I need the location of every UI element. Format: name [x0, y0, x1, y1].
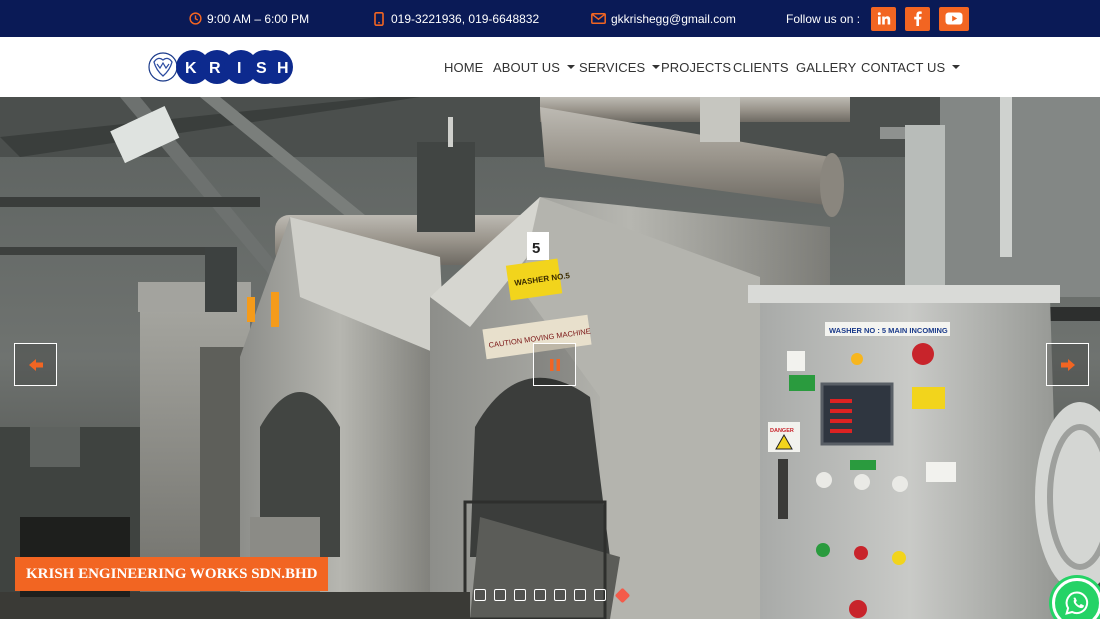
slide-dot-5[interactable] [554, 589, 566, 601]
clock-icon [188, 12, 202, 26]
pause-icon [549, 358, 560, 371]
caret-down-icon [567, 65, 576, 69]
nav-item-home[interactable]: HOME [444, 37, 483, 97]
nav-item-gallery[interactable]: GALLERY [796, 37, 856, 97]
email-text[interactable]: gkkrishegg@gmail.com [611, 12, 736, 26]
whatsapp-button[interactable] [1052, 578, 1100, 619]
slide-dot-6[interactable] [574, 589, 586, 601]
envelope-icon [590, 12, 606, 26]
caret-down-icon [652, 65, 661, 69]
facebook-icon[interactable] [905, 6, 931, 31]
nav-menu: HOME ABOUT US SERVICES PROJECTS CLIENTS … [0, 37, 1100, 97]
whatsapp-icon [1065, 591, 1089, 615]
danger-label: DANGER [770, 428, 794, 434]
nav-item-label: ABOUT US [493, 59, 561, 75]
nav-item-projects[interactable]: PROJECTS [661, 37, 731, 97]
slide-dot-8-active[interactable] [614, 587, 631, 603]
arrow-left-icon [28, 358, 43, 371]
linkedin-icon[interactable] [871, 6, 897, 31]
business-hours-text: 9:00 AM – 6:00 PM [207, 11, 310, 26]
mobile-phone-icon [372, 11, 386, 26]
nav-item-label: PROJECTS [661, 59, 732, 75]
slider-pause-button[interactable] [533, 343, 576, 386]
slider-next-button[interactable] [1046, 343, 1089, 386]
nav-item-about-us[interactable]: ABOUT US [493, 37, 576, 97]
nav-item-label: HOME [444, 59, 484, 75]
slide-dot-4[interactable] [534, 589, 546, 601]
panel-tag: WASHER NO : 5 MAIN INCOMING [829, 326, 948, 335]
caret-down-icon [952, 65, 961, 69]
slide-dot-3[interactable] [514, 589, 526, 601]
machine-number: 5 [532, 240, 540, 257]
hero-slider: WASHER NO.5 5 CAUTION MOVING MACHINE WAS… [0, 97, 1100, 619]
top-info-bar: 9:00 AM – 6:00 PM 019-3221936, 019-66488… [0, 0, 1100, 37]
nav-item-label: CONTACT US [861, 59, 946, 75]
follow-us-label: Follow us on : [786, 11, 861, 26]
nav-item-label: CLIENTS [733, 59, 789, 75]
nav-item-label: SERVICES [579, 59, 646, 75]
phone-numbers-text[interactable]: 019-3221936, 019-6648832 [391, 12, 539, 26]
slider-pagination [474, 587, 631, 603]
slider-prev-button[interactable] [14, 343, 57, 386]
business-hours: 9:00 AM – 6:00 PM [188, 0, 309, 37]
nav-item-clients[interactable]: CLIENTS [733, 37, 789, 97]
phone-numbers[interactable]: 019-3221936, 019-6648832 [372, 0, 539, 37]
arrow-right-icon [1060, 358, 1075, 371]
slide-caption-text: KRISH ENGINEERING WORKS SDN.BHD [26, 565, 318, 582]
nav-item-label: GALLERY [796, 59, 857, 75]
nav-item-contact-us[interactable]: CONTACT US [861, 37, 961, 97]
slide-dot-7[interactable] [594, 589, 606, 601]
slide-dot-1[interactable] [474, 589, 486, 601]
slide-dot-2[interactable] [494, 589, 506, 601]
slide-caption: KRISH ENGINEERING WORKS SDN.BHD [15, 557, 329, 591]
youtube-icon[interactable] [939, 6, 970, 31]
social-links: Follow us on : [786, 0, 970, 37]
email-contact[interactable]: gkkrishegg@gmail.com [590, 0, 736, 37]
nav-item-services[interactable]: SERVICES [579, 37, 661, 97]
